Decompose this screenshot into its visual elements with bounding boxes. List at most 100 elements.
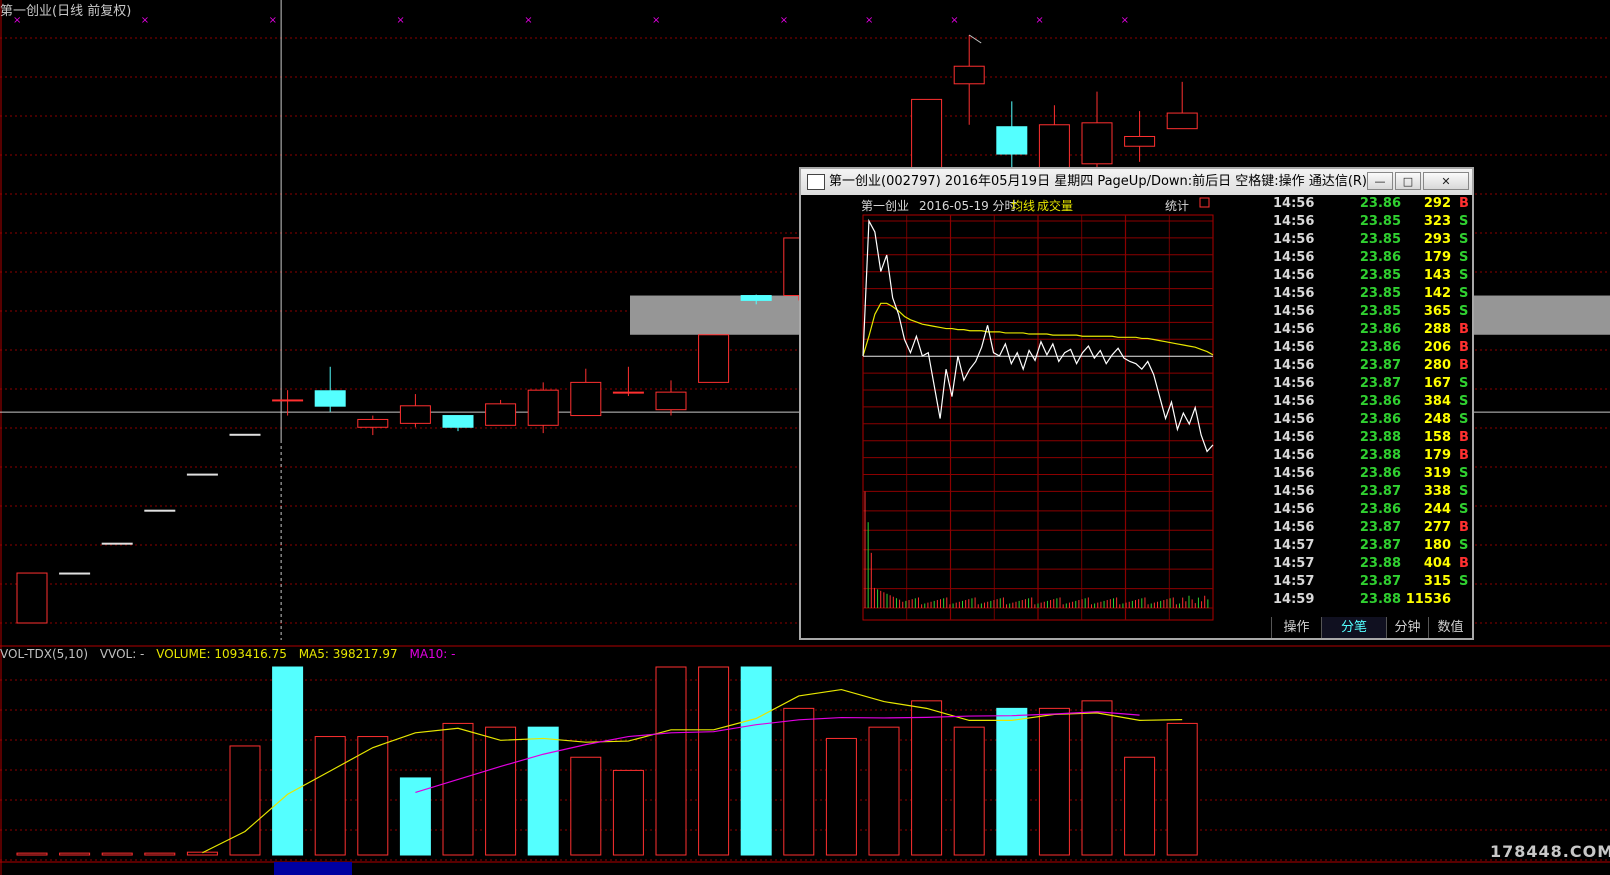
tick-price: 23.86 [1359,322,1401,337]
event-marker: × [269,15,277,26]
tick-time: 14:56 [1273,412,1315,427]
tick-time: 14:56 [1273,322,1315,337]
tick-volume: 143 [1423,268,1451,283]
tick-side: B [1459,340,1469,355]
volume-ma10-line [415,711,1140,793]
maximize-button[interactable]: □ [1395,172,1421,190]
tick-time: 14:56 [1273,214,1315,229]
volume-bar [1038,707,1070,856]
volume-indicator-name[interactable]: VOL-TDX(5,10) [0,647,88,661]
candle-up [698,334,730,383]
tick-time: 14:56 [1273,430,1315,445]
tick-volume: 167 [1423,376,1451,391]
tick-time: 14:56 [1273,232,1315,247]
tick-side: S [1459,286,1469,301]
tick-row[interactable]: 14:56 23.86 248 S [1271,411,1472,429]
volume-bar [59,852,91,856]
candle-up [59,572,91,575]
volume-bar [698,666,730,856]
event-marker: × [524,15,532,26]
candle-down [740,295,772,301]
tick-row[interactable]: 14:56 23.87 167 S [1271,375,1472,393]
event-marker: × [1121,15,1129,26]
volume-bar [229,745,261,856]
tick-time: 14:56 [1273,358,1315,373]
stat-button[interactable]: 统计 [1165,199,1189,213]
tick-side: S [1459,250,1469,265]
volume-bar [16,852,48,856]
tick-time: 14:56 [1273,448,1315,463]
tick-price: 23.85 [1359,214,1401,229]
tick-row[interactable]: 14:56 23.88 179 B [1271,447,1472,465]
tick-row[interactable]: 14:56 23.87 277 B [1271,519,1472,537]
tick-row[interactable]: 14:57 23.87 315 S [1271,573,1472,591]
tick-time: 14:56 [1273,268,1315,283]
tick-row[interactable]: 14:56 23.85 293 S [1271,231,1472,249]
tick-side: S [1459,412,1469,427]
volume-bar [1081,700,1113,856]
tick-row[interactable]: 14:57 23.88 404 B [1271,555,1472,573]
tick-time: 14:56 [1273,484,1315,499]
tick-row[interactable]: 14:56 23.87 338 S [1271,483,1472,501]
event-marker: × [652,15,660,26]
tick-row[interactable]: 14:56 23.86 319 S [1271,465,1472,483]
tick-row[interactable]: 14:59 23.88 11536 [1271,591,1472,609]
event-marker: × [141,15,149,26]
selected-date-box [274,862,352,875]
intraday-date: 2016-05-19 分时 [919,199,1017,213]
tick-row[interactable]: 14:56 23.86 179 S [1271,249,1472,267]
volume-value: VOLUME: 1093416.75 [156,647,287,661]
legend-avg: 均线 [1011,199,1035,213]
tick-volume: 292 [1423,196,1451,211]
tick-price: 23.86 [1359,502,1401,517]
tick-volume: 384 [1423,394,1451,409]
tab-minutes[interactable]: 分钟 [1386,617,1428,638]
tick-time: 14:56 [1273,340,1315,355]
tick-row[interactable]: 14:56 23.85 142 S [1271,285,1472,303]
intraday-chart[interactable]: 第一创业 2016-05-19 分时 均线 成交量 统计 [801,195,1271,638]
candle-up [229,433,261,436]
tick-row[interactable]: 14:56 23.85 143 S [1271,267,1472,285]
tick-row[interactable]: 14:56 23.86 384 S [1271,393,1472,411]
tab-ticks[interactable]: 分笔 [1321,617,1386,638]
volume-ma5: MA5: 398217.97 [298,647,398,661]
tick-price: 23.87 [1359,574,1401,589]
volume-bar [1124,756,1156,856]
volume-bar [953,726,985,856]
tick-side: B [1459,430,1469,445]
intraday-popup-window[interactable]: 第一创业(002797) 2016年05月19日 星期四 PageUp/Down… [799,167,1474,640]
tick-row[interactable]: 14:56 23.85 365 S [1271,303,1472,321]
tick-time: 14:56 [1273,376,1315,391]
tick-side: S [1459,268,1469,283]
tick-volume: 179 [1423,250,1451,265]
tick-row[interactable]: 14:56 23.88 158 B [1271,429,1472,447]
minimize-button[interactable]: — [1367,172,1393,190]
tick-row[interactable]: 14:56 23.86 244 S [1271,501,1472,519]
candle-up [527,389,559,426]
volume-bar [783,707,815,856]
tick-volume: 315 [1423,574,1451,589]
tick-side: S [1459,304,1469,319]
candle-up [144,509,176,512]
volume-bar [485,726,517,856]
tick-row[interactable]: 14:57 23.87 180 S [1271,537,1472,555]
tick-time: 14:56 [1273,394,1315,409]
tick-row[interactable]: 14:56 23.86 206 B [1271,339,1472,357]
tick-table[interactable]: 14:56 23.86 292 B 14:56 23.85 323 S 14:56 23.85 29… [1271,195,1472,609]
tick-volume: 323 [1423,214,1451,229]
volume-ma10: MA10: - [409,647,456,661]
tick-row[interactable]: 14:56 23.86 288 B [1271,321,1472,339]
candle-up [570,381,602,417]
volume-bar [272,666,304,856]
tick-row[interactable]: 14:56 23.87 280 B [1271,357,1472,375]
tick-row[interactable]: 14:56 23.86 292 B [1271,195,1472,213]
tick-price: 23.86 [1359,340,1401,355]
tab-operate[interactable]: 操作 [1271,617,1321,638]
candle-up [357,418,389,428]
volume-bar [527,726,559,856]
tick-price: 23.86 [1359,412,1401,427]
candle-down [314,390,346,407]
close-button[interactable]: ✕ [1423,172,1469,190]
tick-row[interactable]: 14:56 23.85 323 S [1271,213,1472,231]
tab-values[interactable]: 数值 [1428,617,1472,638]
